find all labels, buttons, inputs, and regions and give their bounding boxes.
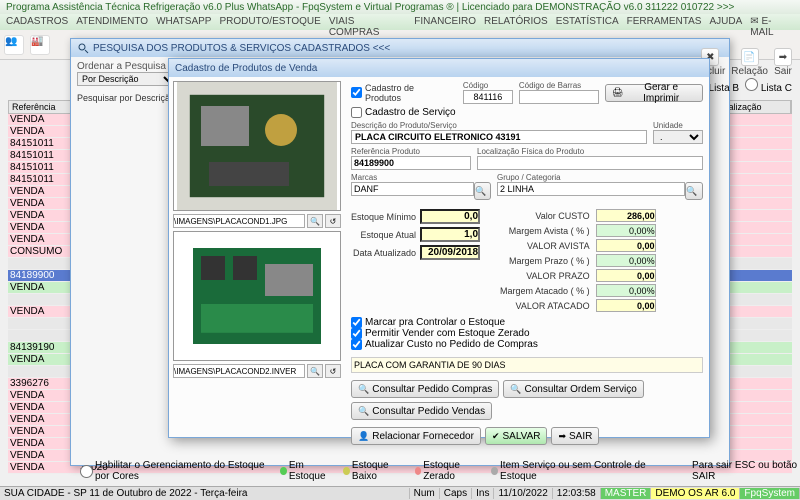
menu-compras[interactable]: VIAIS COMPRAS xyxy=(329,16,406,28)
menu-email[interactable]: ✉ E-MAIL xyxy=(750,16,794,28)
chk-controlar[interactable] xyxy=(351,317,362,328)
search-icon xyxy=(77,42,89,54)
chk-servico[interactable] xyxy=(351,107,362,118)
order-select[interactable]: Por Descrição xyxy=(77,72,177,86)
menu-ajuda[interactable]: AJUDA xyxy=(709,16,742,28)
relacionar-fornecedor-button[interactable]: 👤 Relacionar Fornecedor xyxy=(351,427,481,445)
image2-browse-button[interactable]: 🔍 xyxy=(307,364,323,378)
app-titlebar: Programa Assistência Técnica Refrigeraçã… xyxy=(0,0,800,14)
menu-atendimento[interactable]: ATENDIMENTO xyxy=(76,16,148,28)
codigo-field[interactable] xyxy=(463,90,513,104)
chk-produtos[interactable] xyxy=(351,87,362,98)
chk-zerado[interactable] xyxy=(351,328,362,339)
image1-clear-button[interactable]: ↺ xyxy=(325,214,341,228)
order-label: Ordenar a Pesquisa xyxy=(77,61,177,72)
valor-atacado-field[interactable] xyxy=(596,299,656,312)
relacao-button[interactable]: 📄 xyxy=(741,48,759,66)
barras-field[interactable] xyxy=(519,90,599,104)
legend-habilitar-radio[interactable] xyxy=(80,465,93,478)
sair-button[interactable]: ➡ xyxy=(774,48,792,66)
consultar-vendas-button[interactable]: 🔍 Consultar Pedido Vendas xyxy=(351,402,492,420)
unidade-select[interactable]: . xyxy=(653,130,703,144)
chk-atualizar[interactable] xyxy=(351,339,362,350)
grupo-search-button[interactable]: 🔍 xyxy=(685,182,703,200)
image1-path[interactable] xyxy=(173,214,305,228)
margem-avista-field[interactable] xyxy=(596,224,656,237)
product-modal: Cadastro de Produtos de Venda 🔍 ↺ 🔍 ↺ Ca… xyxy=(168,58,710,438)
radio-lista-c[interactable]: Lista C xyxy=(745,78,792,94)
image1-browse-button[interactable]: 🔍 xyxy=(307,214,323,228)
sair-modal-button[interactable]: ➡ SAIR xyxy=(551,427,599,445)
legend: Habilitar o Gerenciamento do Estoque por… xyxy=(80,460,800,482)
descricao-field[interactable]: PLACA CIRCUITO ELETRONICO 43191 xyxy=(351,130,647,144)
tb-clientes-icon[interactable]: 👥 xyxy=(4,35,24,55)
menu-financeiro[interactable]: FINANCEIRO xyxy=(414,16,476,28)
menu-ferramentas[interactable]: FERRAMENTAS xyxy=(627,16,702,28)
menu-relatorios[interactable]: RELATÓRIOS xyxy=(484,16,548,28)
marca-search-button[interactable]: 🔍 xyxy=(474,182,491,200)
localizacao-field[interactable] xyxy=(477,156,703,170)
note-box[interactable]: PLACA COM GARANTIA DE 90 DIAS xyxy=(351,357,703,373)
product-image-1 xyxy=(173,81,341,211)
statusbar: SUA CIDADE - SP 11 de Outubro de 2022 - … xyxy=(0,486,800,500)
data-field[interactable] xyxy=(420,245,480,260)
image2-path[interactable] xyxy=(173,364,305,378)
product-image-2 xyxy=(173,231,341,361)
estoque-min-field[interactable] xyxy=(420,209,480,224)
menu-produto[interactable]: PRODUTO/ESTOQUE xyxy=(219,16,320,28)
estoque-atual-field[interactable] xyxy=(420,227,480,242)
marca-field[interactable] xyxy=(351,182,474,196)
modal-title: Cadastro de Produtos de Venda xyxy=(169,59,709,77)
search-field-label: Pesquisar por Descrição xyxy=(77,93,175,103)
menu-estatistica[interactable]: ESTATÍSTICA xyxy=(556,16,619,28)
valor-prazo-field[interactable] xyxy=(596,269,656,282)
main-menu: CADASTROS ATENDIMENTO WHATSAPP PRODUTO/E… xyxy=(0,14,800,30)
valor-custo-field[interactable] xyxy=(596,209,656,222)
grupo-field[interactable] xyxy=(497,182,685,196)
consultar-compras-button[interactable]: 🔍 Consultar Pedido Compras xyxy=(351,380,499,398)
image2-clear-button[interactable]: ↺ xyxy=(325,364,341,378)
gerar-imprimir-button[interactable]: 🖨 Gerar e Imprimir xyxy=(605,84,703,102)
salvar-button[interactable]: ✔ SALVAR xyxy=(485,427,548,445)
margem-prazo-field[interactable] xyxy=(596,254,656,267)
menu-whatsapp[interactable]: WHATSAPP xyxy=(156,16,211,28)
referencia-field[interactable] xyxy=(351,156,471,170)
search-window-title: PESQUISA DOS PRODUTOS & SERVIÇOS CADASTR… xyxy=(71,39,729,57)
margem-atacado-field[interactable] xyxy=(596,284,656,297)
menu-cadastros[interactable]: CADASTROS xyxy=(6,16,68,28)
valor-avista-field[interactable] xyxy=(596,239,656,252)
tb-fornece-icon[interactable]: 🏭 xyxy=(30,35,50,55)
consultar-ordem-button[interactable]: 🔍 Consultar Ordem Serviço xyxy=(503,380,643,398)
